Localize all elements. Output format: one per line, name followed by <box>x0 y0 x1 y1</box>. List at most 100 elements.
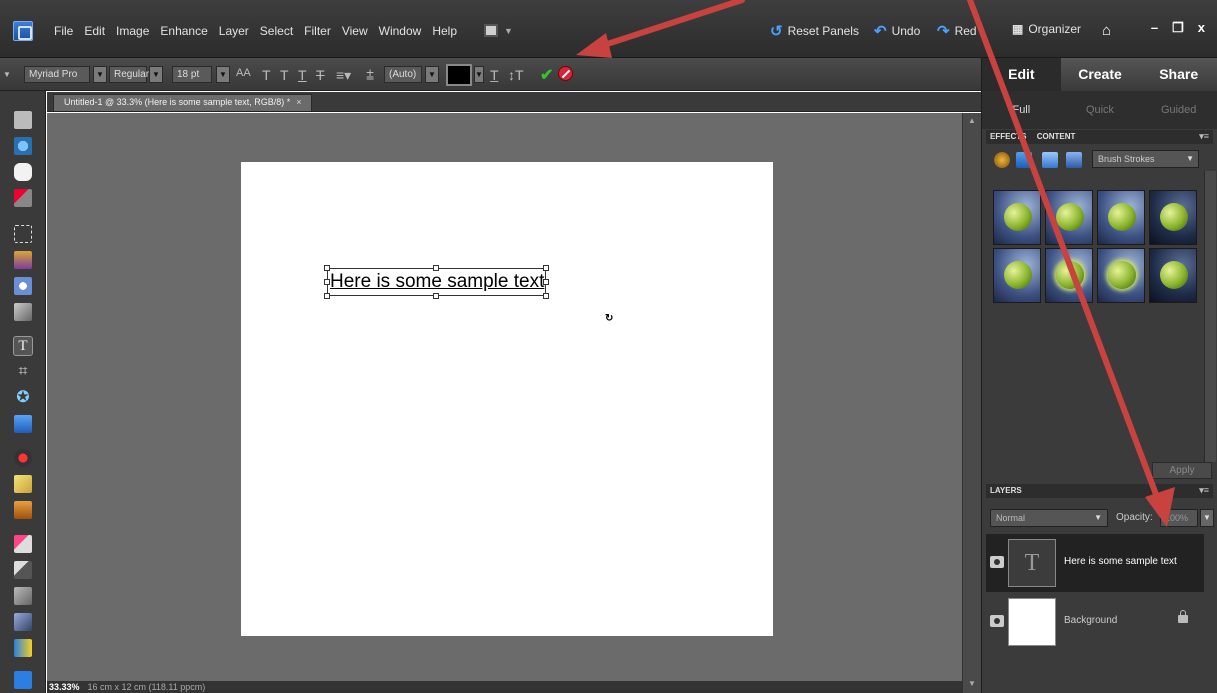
tab-quick[interactable]: Quick <box>1061 91 1140 129</box>
photo-effects-icon[interactable] <box>1042 152 1058 168</box>
paint-bucket-tool-icon[interactable] <box>14 613 32 631</box>
organizer-button[interactable]: ▦ Organizer <box>1012 22 1081 36</box>
content-header-label[interactable]: CONTENT <box>1037 132 1076 141</box>
effect-thumbnail[interactable] <box>1045 248 1093 303</box>
leading-arrow[interactable]: ▼ <box>425 66 439 83</box>
document-canvas[interactable] <box>241 162 773 636</box>
layer-styles-icon[interactable] <box>1016 152 1032 168</box>
menu-window[interactable]: Window <box>379 24 422 38</box>
menu-view[interactable]: View <box>342 24 368 38</box>
effects-header-label[interactable]: EFFECTS <box>990 132 1026 141</box>
scroll-down-icon[interactable]: ▼ <box>968 679 976 688</box>
menu-filter[interactable]: Filter <box>304 24 331 38</box>
move-tool-icon[interactable] <box>14 111 32 129</box>
crop-tool-icon[interactable]: ⌗ <box>14 363 32 381</box>
cookie-cutter-tool-icon[interactable]: ✪ <box>14 389 32 407</box>
effects-category-dropdown[interactable]: Brush Strokes ▼ <box>1092 150 1199 168</box>
eraser-tool-icon[interactable] <box>14 535 32 553</box>
red-eye-tool-icon[interactable] <box>14 449 32 467</box>
resize-handle-tr[interactable] <box>543 265 549 271</box>
tab-edit[interactable]: Edit <box>982 58 1061 91</box>
filters-icon[interactable] <box>994 152 1010 168</box>
app-icon[interactable] <box>13 21 33 41</box>
workspace-button[interactable]: ▼ <box>484 22 514 40</box>
tool-preset-icon[interactable]: ▼ <box>3 70 11 79</box>
align-icon[interactable]: ≡▾ <box>336 67 351 84</box>
faux-italic-icon[interactable]: T <box>280 67 289 83</box>
panel-menu-icon[interactable]: ▾≡ <box>1199 485 1209 496</box>
document-tab[interactable]: Untitled-1 @ 33.3% (Here is some sample … <box>53 94 313 111</box>
font-style-dropdown[interactable]: Regular <box>109 66 149 83</box>
text-color-swatch[interactable] <box>446 64 472 86</box>
menu-select[interactable]: Select <box>260 24 293 38</box>
resize-handle-bm[interactable] <box>433 293 439 299</box>
zoom-level[interactable]: 33.33% <box>49 681 85 693</box>
menu-file[interactable]: File <box>54 24 73 38</box>
resize-handle-mr[interactable] <box>543 279 549 285</box>
faux-bold-icon[interactable]: T <box>262 67 271 83</box>
font-size-arrow[interactable]: ▼ <box>216 66 230 83</box>
undo-button[interactable]: ↶ Undo <box>874 22 920 40</box>
magic-wand-tool-icon[interactable] <box>14 277 32 295</box>
menu-enhance[interactable]: Enhance <box>160 24 207 38</box>
close-tab-icon[interactable]: × <box>296 97 301 107</box>
tab-create[interactable]: Create <box>1061 58 1140 91</box>
cancel-icon[interactable] <box>558 66 573 81</box>
layer-row-background[interactable]: Background <box>986 593 1204 651</box>
text-style-icon[interactable]: T̲ <box>490 67 499 83</box>
effect-thumbnail[interactable] <box>1149 190 1197 245</box>
home-button[interactable]: ⌂ <box>1102 22 1111 39</box>
tab-share[interactable]: Share <box>1139 58 1217 91</box>
brush-tool-icon[interactable] <box>14 561 32 579</box>
redo-button[interactable]: ↷ Red <box>937 22 977 40</box>
lasso-tool-icon[interactable] <box>14 251 32 269</box>
layer-name[interactable]: Here is some sample text <box>1064 556 1177 567</box>
smart-brush-tool-icon[interactable] <box>14 587 32 605</box>
underline-icon[interactable]: T <box>298 67 307 83</box>
menu-layer[interactable]: Layer <box>219 24 249 38</box>
color-swatch-icon[interactable] <box>14 671 32 689</box>
recompose-tool-icon[interactable] <box>14 415 32 433</box>
close-icon[interactable]: x <box>1198 20 1205 36</box>
effect-thumbnail[interactable] <box>1097 190 1145 245</box>
visibility-eye-icon[interactable] <box>990 615 1004 627</box>
eyedropper-tool-icon[interactable] <box>14 189 32 207</box>
tab-full[interactable]: Full <box>982 91 1061 129</box>
resize-handle-bl[interactable] <box>324 293 330 299</box>
menu-image[interactable]: Image <box>116 24 149 38</box>
font-family-dropdown[interactable]: Myriad Pro <box>24 66 90 83</box>
reset-panels-button[interactable]: ↺ Reset Panels <box>770 22 859 40</box>
clone-stamp-tool-icon[interactable] <box>14 501 32 519</box>
blend-mode-dropdown[interactable]: Normal ▼ <box>990 509 1108 527</box>
opacity-arrow[interactable]: ▼ <box>1200 509 1214 527</box>
resize-handle-tl[interactable] <box>324 265 330 271</box>
leading-dropdown[interactable]: (Auto) <box>384 66 422 83</box>
restore-icon[interactable]: ❐ <box>1172 20 1184 36</box>
commit-check-icon[interactable]: ✔ <box>540 65 553 85</box>
hand-tool-icon[interactable] <box>14 163 32 181</box>
type-tool-icon[interactable]: T <box>13 336 33 356</box>
panel-menu-icon[interactable]: ▾≡ <box>1199 131 1209 142</box>
healing-brush-tool-icon[interactable] <box>14 475 32 493</box>
zoom-tool-icon[interactable] <box>14 137 32 155</box>
layer-name[interactable]: Background <box>1064 615 1117 626</box>
orientation-icon[interactable]: ↕T <box>508 67 524 83</box>
effect-thumbnail[interactable] <box>1045 190 1093 245</box>
effect-thumbnail[interactable] <box>1097 248 1145 303</box>
resize-handle-br[interactable] <box>543 293 549 299</box>
effect-thumbnail[interactable] <box>1149 248 1197 303</box>
tab-guided[interactable]: Guided <box>1139 91 1217 129</box>
selection-brush-tool-icon[interactable] <box>14 303 32 321</box>
effect-thumbnail[interactable] <box>993 190 1041 245</box>
scroll-up-icon[interactable]: ▲ <box>968 116 976 125</box>
marquee-tool-icon[interactable] <box>14 225 32 243</box>
visibility-eye-icon[interactable] <box>990 556 1004 568</box>
gradient-tool-icon[interactable] <box>14 639 32 657</box>
vertical-scrollbar[interactable]: ▲ ▼ <box>962 113 981 693</box>
opacity-field[interactable]: 100% <box>1160 509 1198 527</box>
apply-button[interactable]: Apply <box>1152 462 1212 479</box>
text-bounding-box[interactable]: Here is some sample text <box>327 268 546 296</box>
kerning-icon[interactable]: AA <box>236 67 251 79</box>
canvas-text[interactable]: Here is some sample text <box>330 271 544 293</box>
strikethrough-icon[interactable]: T <box>316 67 325 83</box>
